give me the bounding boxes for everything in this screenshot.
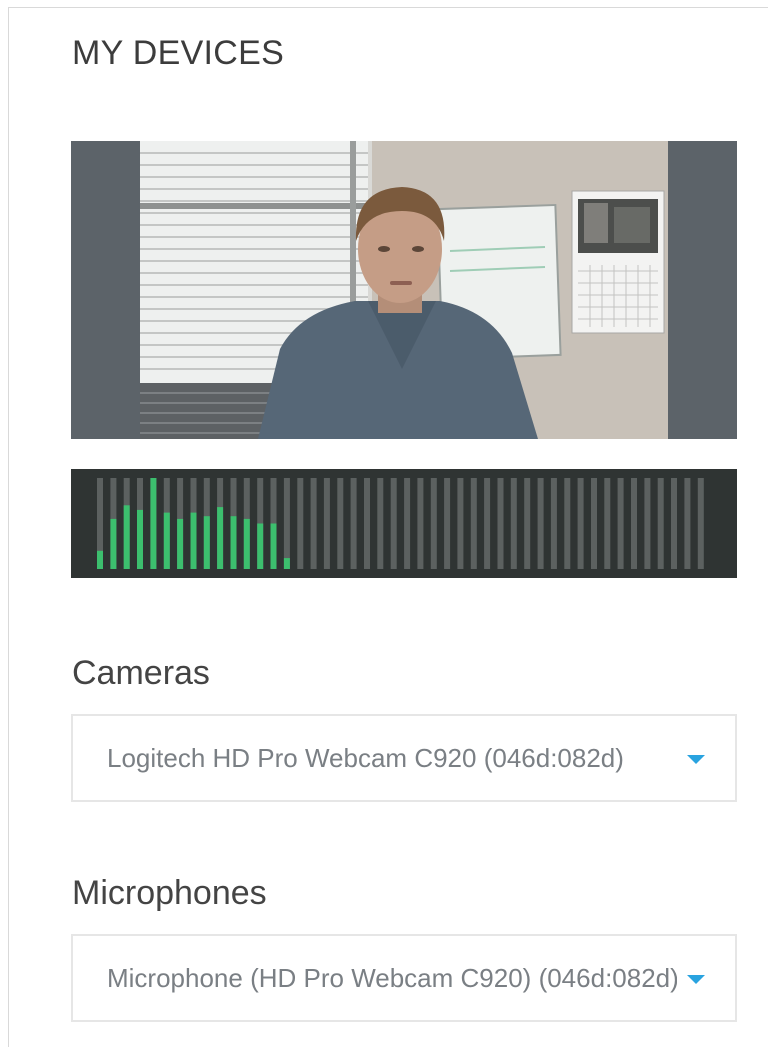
meter-bar-level	[190, 512, 197, 569]
meter-bar-track	[283, 478, 290, 569]
meter-bar-track	[591, 478, 597, 569]
meter-bar-level	[177, 518, 184, 569]
meter-bar-track	[671, 478, 677, 569]
meter-bar-track	[577, 478, 584, 569]
meter-bar-level	[150, 478, 157, 569]
meter-bar-track	[497, 478, 504, 569]
chevron-down-icon	[687, 975, 705, 984]
meter-bar-level	[137, 509, 143, 569]
meter-bar-level	[270, 523, 277, 569]
meter-bar-track	[323, 478, 330, 569]
meter-bar-track	[684, 478, 691, 569]
camera-selected-value: Logitech HD Pro Webcam C920 (046d:082d)	[107, 743, 624, 773]
microphones-label: Microphones	[72, 874, 267, 912]
meter-bar-track	[697, 478, 704, 569]
camera-feed-image	[140, 141, 668, 439]
meter-bar-track	[430, 478, 437, 569]
meter-bar-level	[97, 550, 103, 569]
meter-bar-track	[337, 478, 344, 569]
meter-bar-level	[163, 512, 170, 569]
panel-title: MY DEVICES	[72, 34, 285, 72]
meter-bar-track	[350, 478, 357, 569]
meter-bar-track	[417, 478, 424, 569]
meter-bar-track	[564, 478, 571, 569]
meter-bar-track	[537, 478, 544, 569]
my-devices-panel: MY DEVICES Cameras Logitech HD Pro Webca…	[8, 7, 768, 1047]
meter-bar-track	[510, 478, 517, 569]
meter-bar-level	[110, 518, 117, 569]
meter-bar-level	[217, 507, 224, 569]
microphone-select[interactable]: Microphone (HD Pro Webcam C920) (046d:08…	[71, 934, 737, 1022]
audio-level-meter	[71, 469, 737, 578]
meter-bar-track	[657, 478, 664, 569]
meter-bar-level	[230, 516, 237, 569]
meter-bar-level	[257, 523, 264, 569]
meter-bar-level	[123, 505, 130, 569]
meter-bar-level	[203, 516, 210, 569]
meter-bar-level	[283, 558, 290, 569]
meter-bar-track	[457, 478, 464, 569]
cameras-label: Cameras	[72, 654, 210, 692]
meter-bar-track	[310, 478, 317, 569]
meter-bar-track	[470, 478, 477, 569]
meter-bar-track	[364, 478, 370, 569]
camera-preview	[71, 141, 737, 439]
camera-select[interactable]: Logitech HD Pro Webcam C920 (046d:082d)	[71, 714, 737, 802]
chevron-down-icon	[687, 755, 705, 764]
meter-bar-track	[550, 478, 557, 569]
meter-bar-track	[484, 478, 491, 569]
meter-bar-track	[297, 478, 304, 569]
meter-bar-track	[617, 478, 624, 569]
meter-bar-level	[243, 518, 250, 569]
meter-bar-track	[444, 478, 451, 569]
meter-bar-track	[604, 478, 611, 569]
meter-bar-track	[377, 478, 384, 569]
meter-bar-track	[390, 478, 397, 569]
microphone-selected-value: Microphone (HD Pro Webcam C920) (046d:08…	[107, 963, 677, 993]
meter-bar-track	[404, 478, 411, 569]
meter-bar-track	[524, 478, 531, 569]
meter-bar-track	[631, 478, 637, 569]
meter-bar-track	[644, 478, 651, 569]
